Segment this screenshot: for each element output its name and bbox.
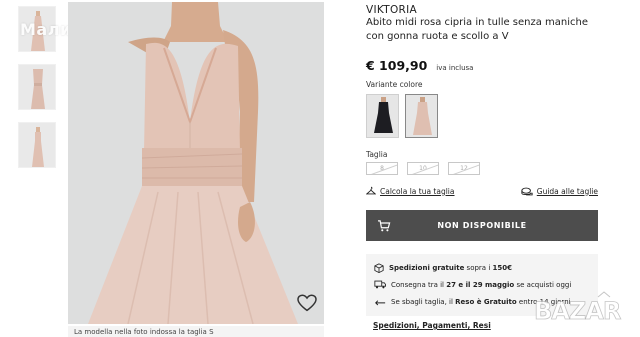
wishlist-heart-icon[interactable] [297, 294, 317, 312]
image-caption: La modella nella foto indossa la taglia … [68, 326, 324, 337]
shipping-payment-returns-link[interactable]: Spedizioni, Pagamenti, Resi [373, 321, 491, 330]
size-option-10[interactable]: 10 [407, 162, 439, 175]
free-shipping-amount: 150€ [492, 263, 512, 272]
color-variants [366, 94, 438, 138]
size-option-12[interactable]: 12 [448, 162, 480, 175]
variant-label: Variante colore [366, 80, 423, 89]
thumbnail-2[interactable] [18, 64, 56, 110]
returns-bold: Reso è Gratuito [455, 297, 517, 306]
variant-black-image [367, 95, 398, 137]
return-arrow-icon [375, 299, 386, 305]
unavailable-label: NON DISPONIBILE [437, 221, 527, 230]
bazar-logo: BAZAR [534, 291, 622, 325]
size-option-8[interactable]: 8 [366, 162, 398, 175]
free-shipping-row: Spedizioni gratuite sopra i 150€ [374, 259, 590, 276]
delivery-text: Consegna tra il 27 e il 29 maggio se acq… [391, 281, 571, 289]
vat-note: iva inclusa [436, 64, 474, 72]
variant-black[interactable] [366, 94, 399, 138]
measuring-tape-icon [521, 187, 533, 195]
variant-pink-image [406, 95, 437, 137]
site-watermark: Мали [20, 20, 72, 39]
size-label: Taglia [366, 150, 388, 159]
dress-thumbnail-image [31, 69, 45, 109]
calculate-size-link[interactable]: Calcola la tua taglia [366, 186, 455, 196]
price: € 109,90 [366, 58, 428, 73]
variant-powder-pink[interactable] [405, 94, 438, 138]
dress-photo [68, 2, 324, 324]
free-shipping-text: Spedizioni gratuite sopra i 150€ [389, 264, 512, 272]
main-product-image [68, 2, 324, 324]
calculate-size-label: Calcola la tua taglia [380, 186, 455, 196]
free-shipping-rest: sopra i [464, 263, 493, 272]
dress-thumbnail-image [32, 127, 44, 167]
unavailable-button[interactable]: NON DISPONIBILE [366, 210, 598, 241]
size-guide-label: Guida alle taglie [536, 186, 598, 196]
size-helpers: Calcola la tua taglia Guida alle taglie [366, 186, 598, 196]
cart-icon [378, 219, 391, 231]
delivery-post: se acquisti oggi [514, 280, 572, 289]
hanger-icon [366, 186, 376, 195]
truck-icon [374, 280, 386, 289]
price-row: € 109,90 iva inclusa [366, 58, 473, 73]
delivery-pre: Consegna tra il [391, 280, 447, 289]
brand-name[interactable]: VIKTORIA [366, 4, 417, 16]
delivery-dates: 27 e il 29 maggio [446, 280, 515, 289]
box-icon [374, 262, 384, 273]
free-shipping-bold: Spedizioni gratuite [389, 263, 465, 272]
returns-pre: Se sbagli taglia, il [391, 297, 456, 306]
size-options: 8 10 12 [366, 162, 480, 175]
size-guide-link[interactable]: Guida alle taglie [521, 186, 598, 196]
thumbnail-3[interactable] [18, 122, 56, 168]
product-title: Abito midi rosa cipria in tulle senza ma… [366, 17, 589, 42]
svg-text:BAZAR: BAZAR [534, 297, 621, 325]
